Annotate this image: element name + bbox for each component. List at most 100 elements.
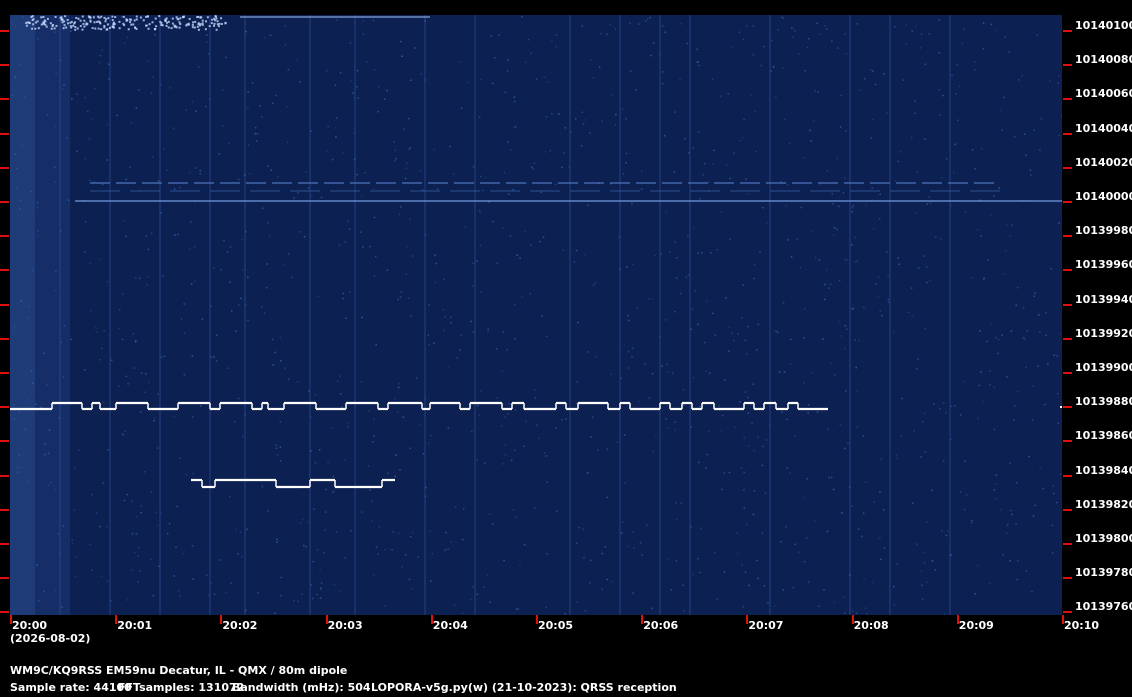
- noise-speck: [161, 24, 164, 27]
- noise-speck: [88, 179, 91, 182]
- noise-speck: [124, 42, 126, 44]
- noise-speck: [373, 435, 375, 437]
- noise-speck: [519, 257, 521, 259]
- noise-speck: [905, 24, 907, 26]
- noise-speck: [879, 491, 881, 494]
- freq-label: 10140020: [1075, 155, 1132, 169]
- noise-speck: [774, 605, 776, 607]
- noise-speck: [135, 107, 138, 109]
- noise-speck: [348, 228, 351, 230]
- noise-speck: [974, 60, 976, 63]
- noise-speck: [716, 598, 719, 600]
- noise-speck: [30, 190, 33, 193]
- noise-speck: [882, 508, 885, 511]
- noise-speck: [869, 69, 872, 71]
- noise-speck: [37, 27, 40, 30]
- noise-speck: [129, 166, 132, 168]
- noise-speck: [25, 24, 28, 27]
- noise-speck: [615, 113, 617, 116]
- noise-speck: [716, 249, 718, 251]
- noise-speck: [406, 245, 408, 248]
- noise-speck: [782, 301, 785, 304]
- noise-speck: [753, 277, 755, 280]
- noise-speck: [399, 40, 402, 43]
- noise-speck: [79, 19, 82, 22]
- noise-speck: [1052, 492, 1055, 495]
- noise-speck: [132, 333, 135, 335]
- noise-speck: [25, 21, 28, 24]
- noise-speck: [562, 249, 565, 252]
- noise-speck: [208, 98, 211, 101]
- noise-speck: [420, 73, 422, 75]
- freq-label: 10139920: [1075, 326, 1132, 340]
- noise-speck: [279, 421, 282, 423]
- noise-speck: [71, 542, 74, 545]
- noise-speck: [402, 129, 405, 131]
- noise-speck: [757, 577, 759, 580]
- noise-speck: [914, 100, 916, 102]
- noise-speck: [578, 526, 581, 529]
- noise-speck: [502, 463, 504, 465]
- noise-speck: [866, 612, 868, 615]
- noise-speck: [165, 24, 168, 27]
- noise-speck: [690, 525, 692, 528]
- noise-speck: [43, 19, 46, 22]
- noise-speck: [191, 355, 194, 357]
- noise-speck: [823, 589, 825, 591]
- noise-speck: [166, 169, 168, 172]
- noise-speck: [921, 584, 923, 586]
- noise-speck: [158, 15, 161, 18]
- noise-speck: [60, 341, 63, 344]
- noise-speck: [287, 378, 290, 381]
- noise-speck: [840, 335, 842, 337]
- noise-speck: [454, 506, 457, 508]
- noise-speck: [594, 282, 597, 284]
- noise-speck: [480, 291, 482, 293]
- noise-speck: [714, 552, 716, 554]
- noise-speck: [333, 584, 336, 586]
- time-label: 20:09: [958, 619, 994, 632]
- noise-speck: [375, 343, 377, 346]
- noise-speck: [627, 314, 629, 317]
- noise-speck: [140, 372, 143, 374]
- noise-speck: [687, 274, 690, 276]
- freq-tick: [1063, 64, 1072, 67]
- noise-speck: [108, 26, 111, 29]
- noise-speck: [424, 20, 426, 22]
- noise-speck: [73, 22, 76, 25]
- noise-speck: [99, 54, 102, 57]
- noise-speck: [521, 15, 523, 18]
- noise-speck: [219, 559, 222, 561]
- noise-speck: [894, 180, 897, 182]
- noise-speck: [856, 23, 859, 25]
- noise-speck: [153, 419, 155, 422]
- noise-speck: [188, 172, 191, 174]
- noise-speck: [459, 61, 461, 63]
- noise-speck: [403, 127, 406, 130]
- noise-speck: [484, 176, 487, 179]
- noise-speck: [82, 22, 85, 25]
- noise-speck: [130, 23, 133, 26]
- noise-speck: [727, 93, 730, 95]
- noise-speck: [271, 338, 274, 341]
- noise-speck: [422, 452, 425, 455]
- noise-speck: [177, 589, 180, 592]
- noise-speck: [174, 234, 176, 236]
- noise-speck: [654, 254, 656, 257]
- noise-speck: [852, 204, 855, 207]
- noise-speck: [62, 88, 64, 90]
- noise-speck: [682, 389, 685, 391]
- noise-speck: [206, 34, 208, 36]
- noise-speck: [674, 241, 676, 243]
- noise-speck: [478, 414, 481, 417]
- noise-speck: [169, 87, 172, 89]
- noise-speck: [533, 162, 536, 165]
- noise-speck: [1009, 462, 1011, 465]
- noise-speck: [147, 248, 150, 251]
- noise-speck: [48, 429, 51, 431]
- freq-label: 10140080: [1075, 53, 1132, 67]
- noise-speck: [742, 136, 744, 139]
- noise-speck: [284, 25, 287, 27]
- noise-speck: [91, 493, 93, 496]
- noise-speck: [651, 372, 654, 375]
